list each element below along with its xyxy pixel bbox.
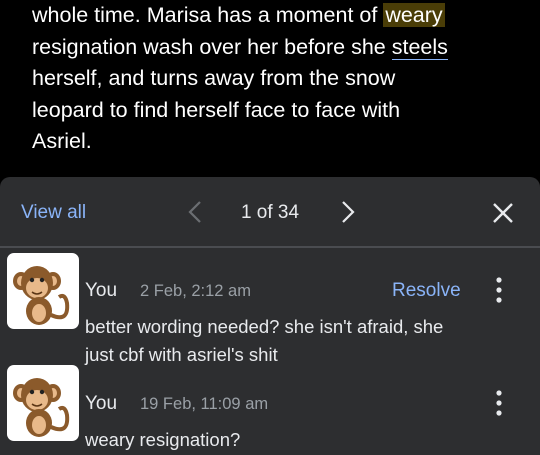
doc-line-4: leopard to find herself face to face wit… (32, 97, 401, 122)
doc-line-1: whole time. Marisa has a moment of weary (32, 3, 445, 27)
comment-author: You (85, 280, 118, 301)
close-icon[interactable] (490, 200, 516, 226)
comments-panel: View all 1 of 34 You 2 Feb, 2:12 am Reso… (0, 177, 540, 455)
doc-line-3: herself, and turns away from the snow (32, 66, 396, 90)
more-vert-icon[interactable] (490, 388, 508, 418)
doc-line-2: resignation wash over her before she ste… (32, 34, 448, 60)
monkey-avatar-icon (7, 253, 79, 329)
comment-body-line: better wording needed? she isn't afraid,… (85, 316, 444, 337)
comment-body-line: just cbf with asriel's shit (85, 344, 278, 365)
doc-line-5: Asriel. (32, 129, 92, 153)
comment-timestamp: 19 Feb, 11:09 am (140, 395, 269, 413)
highlighted-comment-text[interactable]: weary (383, 3, 445, 27)
document-body[interactable]: whole time. Marisa has a moment of weary… (32, 0, 532, 158)
comment-body-line: weary resignation? (85, 429, 241, 450)
comment-timestamp: 2 Feb, 2:12 am (140, 282, 251, 300)
divider (0, 246, 540, 248)
view-all-button[interactable]: View all (21, 202, 86, 224)
underlined-suggestion-text[interactable]: steels (391, 34, 448, 60)
comment-counter: 1 of 34 (240, 202, 300, 223)
comment-author: You (85, 393, 118, 414)
chevron-right-icon[interactable] (338, 199, 358, 225)
more-vert-icon[interactable] (490, 275, 508, 305)
comments-nav-bar: View all 1 of 34 (0, 177, 540, 247)
monkey-avatar-icon (7, 365, 79, 441)
resolve-button[interactable]: Resolve (392, 280, 461, 302)
chevron-left-icon[interactable] (185, 199, 205, 225)
